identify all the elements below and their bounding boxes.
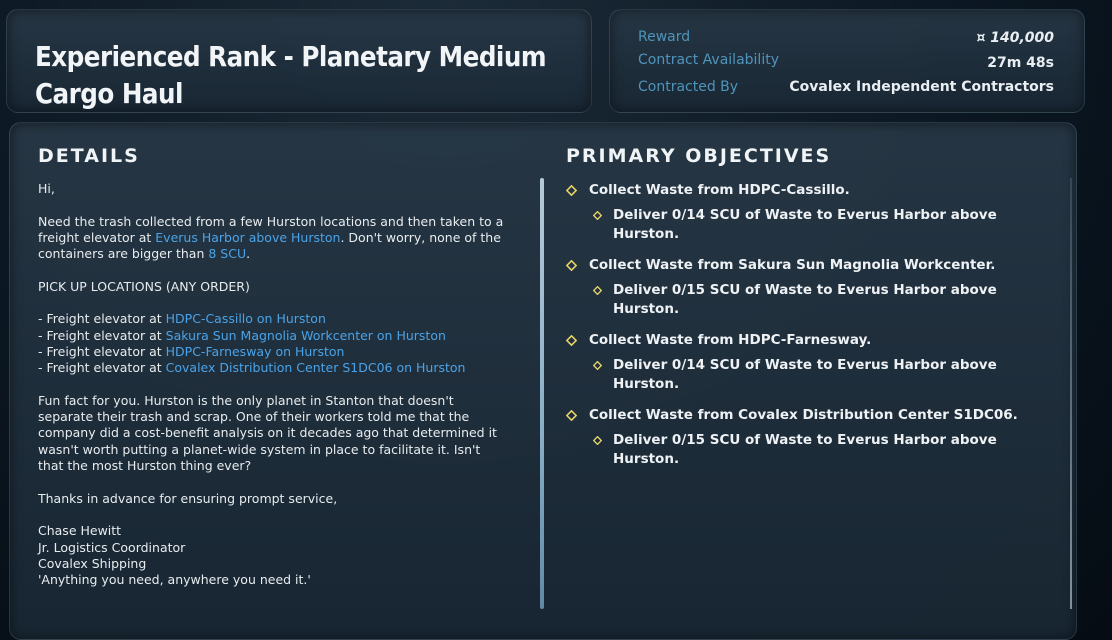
objective-sub: Deliver 0/14 SCU of Waste to Everus Harb… <box>593 356 1046 394</box>
objective-item: Collect Waste from Sakura Sun Magnolia W… <box>566 256 1046 319</box>
availability-label: Contract Availability <box>638 52 779 68</box>
contract-title: Experienced Rank - Planetary Medium Carg… <box>35 40 547 110</box>
diamond-icon <box>593 436 602 445</box>
contract-body-panel: DETAILS Hi, Need the trash collected fro… <box>9 122 1077 640</box>
objective-sub: Deliver 0/15 SCU of Waste to Everus Harb… <box>593 431 1046 469</box>
signature-name: Chase Hewitt <box>38 523 122 539</box>
pickup-prefix: - Freight elevator at <box>38 343 166 359</box>
diamond-icon <box>566 260 577 271</box>
greeting: Hi, <box>38 181 55 196</box>
reward-label: Reward <box>638 29 691 45</box>
pickup-item: - Freight elevator at HDPC-Farnesway on … <box>38 344 508 360</box>
pickup-prefix: - Freight elevator at <box>38 327 166 343</box>
objective-sub-text: Deliver 0/15 SCU of Waste to Everus Harb… <box>613 282 997 317</box>
objective-sub: Deliver 0/15 SCU of Waste to Everus Harb… <box>593 281 1046 319</box>
intro-paragraph: Need the trash collected from a few Hurs… <box>38 214 508 263</box>
objective-main: Collect Waste from Sakura Sun Magnolia W… <box>566 256 1046 275</box>
objective-item: Collect Waste from HDPC-Cassillo. Delive… <box>566 181 1046 244</box>
objective-main: Collect Waste from Covalex Distribution … <box>566 406 1046 425</box>
pickup-list: - Freight elevator at HDPC-Cassillo on H… <box>38 311 508 376</box>
objective-sub: Deliver 0/14 SCU of Waste to Everus Harb… <box>593 206 1046 244</box>
objective-main-text: Collect Waste from Sakura Sun Magnolia W… <box>589 257 996 273</box>
objective-main-text: Collect Waste from HDPC-Cassillo. <box>589 182 850 198</box>
pickup-item: - Freight elevator at Covalex Distributi… <box>38 360 508 376</box>
signature-company: Covalex Shipping <box>38 555 147 571</box>
contract-info-panel: Reward ¤ 140,000 Contract Availability 2… <box>609 9 1085 113</box>
everus-harbor-link[interactable]: Everus Harbor above Hurston <box>155 230 340 245</box>
fun-fact-paragraph: Fun fact for you. Hurston is the only pl… <box>38 392 497 474</box>
objective-sub-text: Deliver 0/14 SCU of Waste to Everus Harb… <box>613 357 997 392</box>
contracted-by-label: Contracted By <box>638 79 739 95</box>
diamond-icon <box>593 361 602 370</box>
objective-main: Collect Waste from HDPC-Cassillo. <box>566 181 1046 200</box>
intro-text: . <box>246 246 251 262</box>
title-panel: Experienced Rank - Planetary Medium Carg… <box>6 9 592 113</box>
objective-main-text: Collect Waste from Covalex Distribution … <box>589 407 1018 423</box>
reward-value: ¤ 140,000 <box>976 30 1054 46</box>
scu-link[interactable]: 8 SCU <box>208 246 246 261</box>
contracted-by-value: Covalex Independent Contractors <box>789 79 1054 95</box>
diamond-icon <box>593 211 602 220</box>
pickup-prefix: - Freight elevator at <box>38 360 166 376</box>
pickup-item: - Freight elevator at HDPC-Cassillo on H… <box>38 311 508 327</box>
objective-main-text: Collect Waste from HDPC-Farnesway. <box>589 332 872 348</box>
pickup-location-link[interactable]: Sakura Sun Magnolia Workcenter on Hursto… <box>166 328 446 343</box>
objective-item: Collect Waste from Covalex Distribution … <box>566 406 1046 469</box>
pickup-location-link[interactable]: HDPC-Farnesway on Hurston <box>166 344 345 359</box>
pickup-location-link[interactable]: HDPC-Cassillo on Hurston <box>166 311 326 326</box>
objectives-list: Collect Waste from HDPC-Cassillo. Delive… <box>566 181 1046 481</box>
objectives-heading: PRIMARY OBJECTIVES <box>566 145 832 167</box>
objective-item: Collect Waste from HDPC-Farnesway. Deliv… <box>566 331 1046 394</box>
details-heading: DETAILS <box>38 145 140 167</box>
signature: Chase Hewitt Jr. Logistics Coordinator C… <box>38 523 508 588</box>
signature-slogan: 'Anything you need, anywhere you need it… <box>38 572 311 588</box>
contract-window: Experienced Rank - Planetary Medium Carg… <box>0 0 1112 640</box>
availability-value: 27m 48s <box>987 55 1054 71</box>
pickup-heading: PICK UP LOCATIONS (ANY ORDER) <box>38 278 250 294</box>
details-scrollbar[interactable] <box>540 178 544 609</box>
objective-sub-text: Deliver 0/15 SCU of Waste to Everus Harb… <box>613 432 997 467</box>
diamond-icon <box>593 286 602 295</box>
pickup-item: - Freight elevator at Sakura Sun Magnoli… <box>38 328 508 344</box>
diamond-icon <box>566 335 577 346</box>
signature-role: Jr. Logistics Coordinator <box>38 539 186 555</box>
details-text[interactable]: Hi, Need the trash collected from a few … <box>38 181 508 605</box>
diamond-icon <box>566 185 577 196</box>
objective-sub-text: Deliver 0/14 SCU of Waste to Everus Harb… <box>613 207 997 242</box>
objective-main: Collect Waste from HDPC-Farnesway. <box>566 331 1046 350</box>
pickup-location-link[interactable]: Covalex Distribution Center S1DC06 on Hu… <box>166 360 466 375</box>
diamond-icon <box>566 410 577 421</box>
thanks-line: Thanks in advance for ensuring prompt se… <box>38 490 338 506</box>
objectives-scrollbar[interactable] <box>1070 178 1072 609</box>
pickup-prefix: - Freight elevator at <box>38 311 166 327</box>
